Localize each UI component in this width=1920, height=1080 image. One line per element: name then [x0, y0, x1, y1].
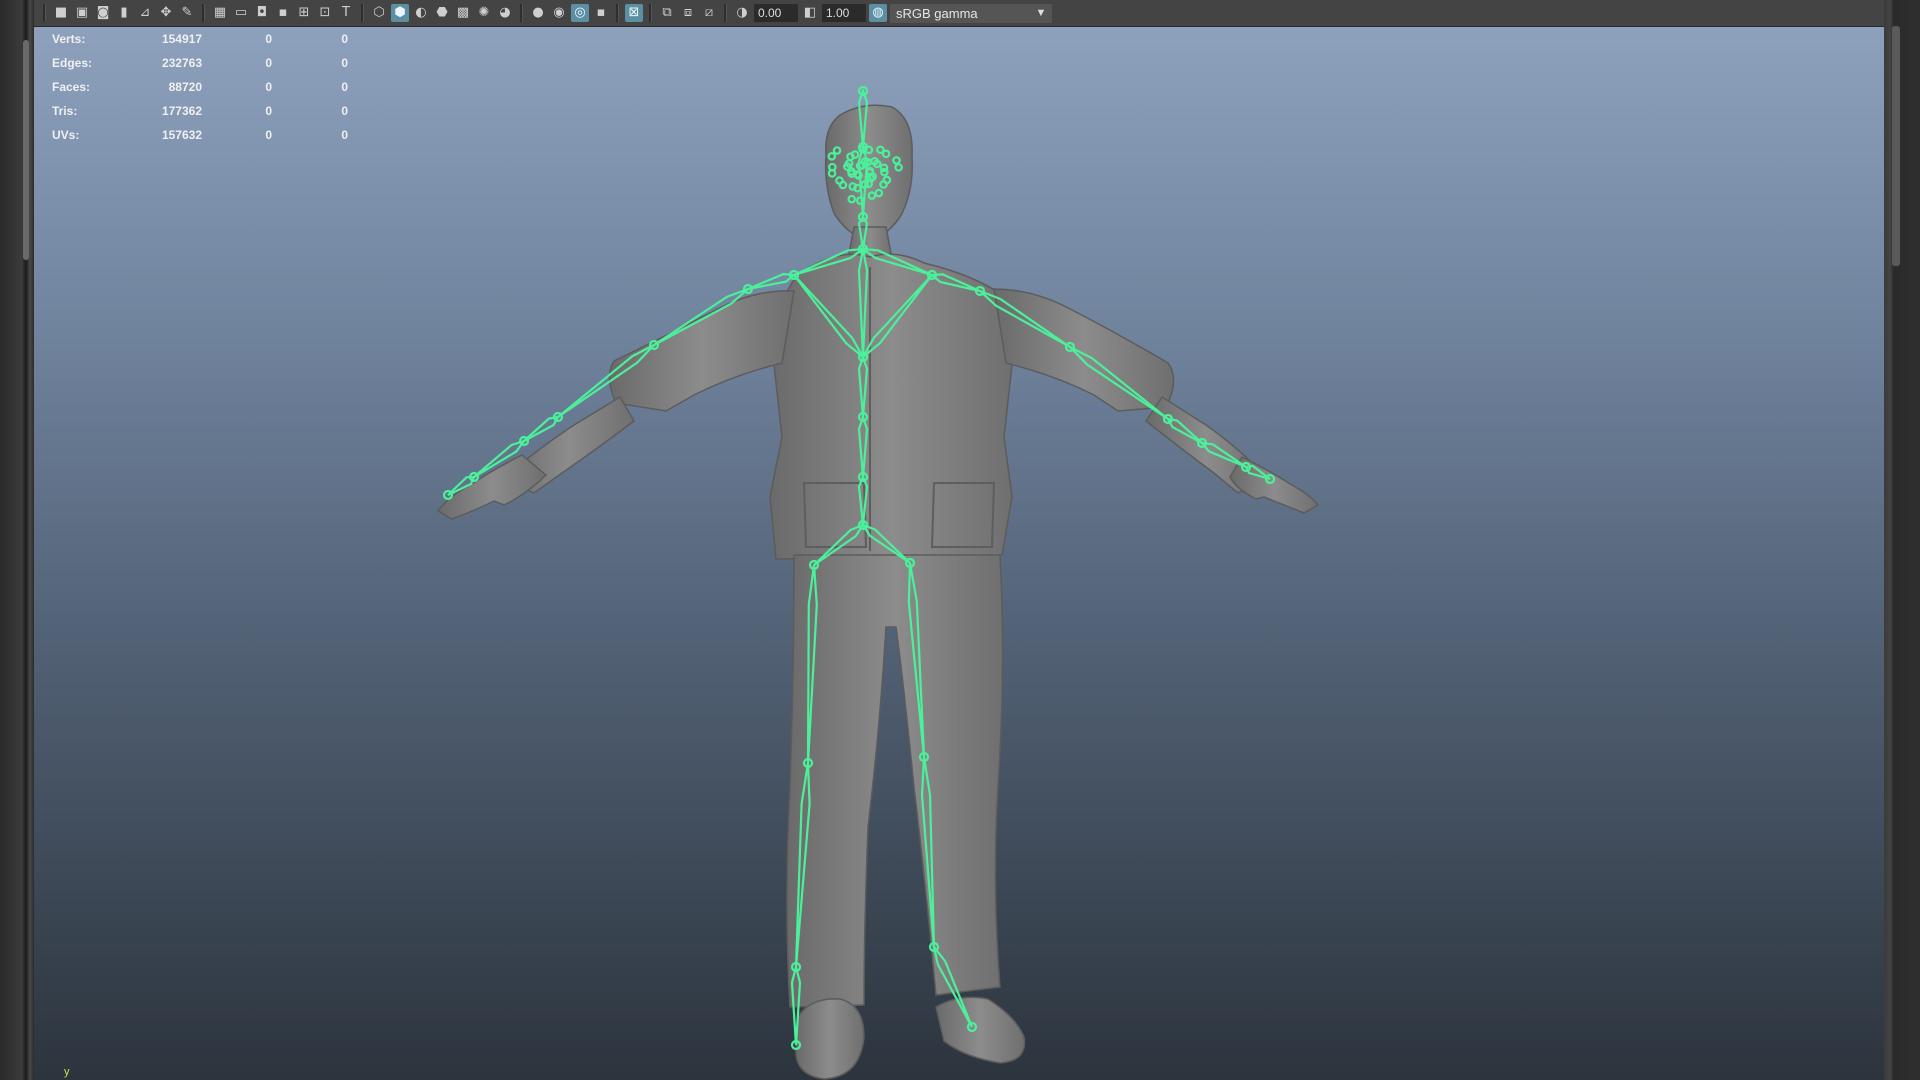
mesh-head: [824, 104, 913, 241]
image-plane-icon[interactable]: ⊿: [136, 4, 154, 22]
xray-icon[interactable]: ⧉: [658, 4, 676, 22]
gamma-field[interactable]: 1.00: [822, 4, 866, 22]
safe-action-icon[interactable]: ⊡: [316, 4, 334, 22]
grease-pencil-icon[interactable]: ✎: [178, 4, 196, 22]
mesh-arm-left: [608, 290, 795, 412]
anti-aliasing-icon[interactable]: ◎: [571, 4, 589, 22]
camera-attributes-icon[interactable]: ◙: [94, 4, 112, 22]
xray-joints-icon[interactable]: ⧄: [700, 4, 718, 22]
isolate-select-icon[interactable]: ⊠: [625, 4, 643, 22]
gamma-icon[interactable]: ◧: [801, 4, 819, 22]
left-scrollbar[interactable]: [23, 40, 29, 260]
toolbar-separator: [724, 4, 727, 22]
toolbar-separator: [43, 4, 46, 22]
right-panel-edge: [1884, 0, 1920, 1080]
bookmark-icon[interactable]: ▮: [115, 4, 133, 22]
use-all-lights-icon[interactable]: ✺: [475, 4, 493, 22]
toolbar-separator: [361, 4, 364, 22]
toolbar-separator: [202, 4, 205, 22]
camera-icon[interactable]: ■: [52, 4, 70, 22]
xray-active-components-icon[interactable]: ⧈: [679, 4, 697, 22]
screen-space-ao-icon[interactable]: ●: [529, 4, 547, 22]
resolution-gate-icon[interactable]: ◘: [253, 4, 271, 22]
viewport-toolbar: ■ ▣ ◙ ▮ ⊿ ✥ ✎ ▦ ▭ ◘ ▪ ⊞ ⊡ T ⬡ ⬢ ◐ ⬣ ▩ ✺ …: [34, 0, 1884, 27]
default-material-icon[interactable]: ◐: [412, 4, 430, 22]
mesh-shoe-left: [795, 998, 865, 1080]
depth-of-field-icon[interactable]: ▪: [592, 4, 610, 22]
mesh-torso: [769, 253, 1015, 560]
smooth-shade-icon[interactable]: ⬢: [391, 4, 409, 22]
field-chart-icon[interactable]: ⊞: [295, 4, 313, 22]
3d-viewport[interactable]: Verts: 154917 0 0 Edges: 232763 0 0 Faces: 88720 0…: [34, 27, 1884, 1080]
toolbar-separator: [520, 4, 523, 22]
textured-icon[interactable]: ▩: [454, 4, 472, 22]
axis-indicator-y: y: [64, 1066, 70, 1078]
character-scene[interactable]: [34, 27, 1884, 1080]
motion-blur-icon[interactable]: ◉: [550, 4, 568, 22]
color-management-icon[interactable]: ◍: [869, 4, 887, 22]
shadows-icon[interactable]: ◕: [496, 4, 514, 22]
mesh-shoe-right: [935, 996, 1026, 1064]
chevron-down-icon[interactable]: ▼: [1030, 3, 1052, 23]
wireframe-on-shaded-icon[interactable]: ⬣: [433, 4, 451, 22]
safe-title-icon[interactable]: T: [337, 4, 355, 22]
2d-pan-zoom-icon[interactable]: ✥: [157, 4, 175, 22]
toolbar-separator: [649, 4, 652, 22]
mesh-hand-left: [436, 454, 548, 520]
wireframe-icon[interactable]: ⬡: [370, 4, 388, 22]
skeleton-bone[interactable]: [523, 415, 561, 442]
skeleton-bone[interactable]: [747, 272, 797, 291]
camera-lock-icon[interactable]: ▣: [73, 4, 91, 22]
right-scrollbar[interactable]: [1892, 26, 1900, 266]
gate-mask-icon[interactable]: ▪: [274, 4, 292, 22]
exposure-field[interactable]: 0.00: [754, 4, 798, 22]
grid-icon[interactable]: ▦: [211, 4, 229, 22]
film-gate-icon[interactable]: ▭: [232, 4, 250, 22]
mesh-pants: [786, 554, 1004, 1008]
toolbar-separator: [616, 4, 619, 22]
mesh-arm-right: [993, 288, 1175, 412]
color-space-select[interactable]: sRGB gamma: [890, 3, 1030, 23]
exposure-icon[interactable]: ◑: [733, 4, 751, 22]
